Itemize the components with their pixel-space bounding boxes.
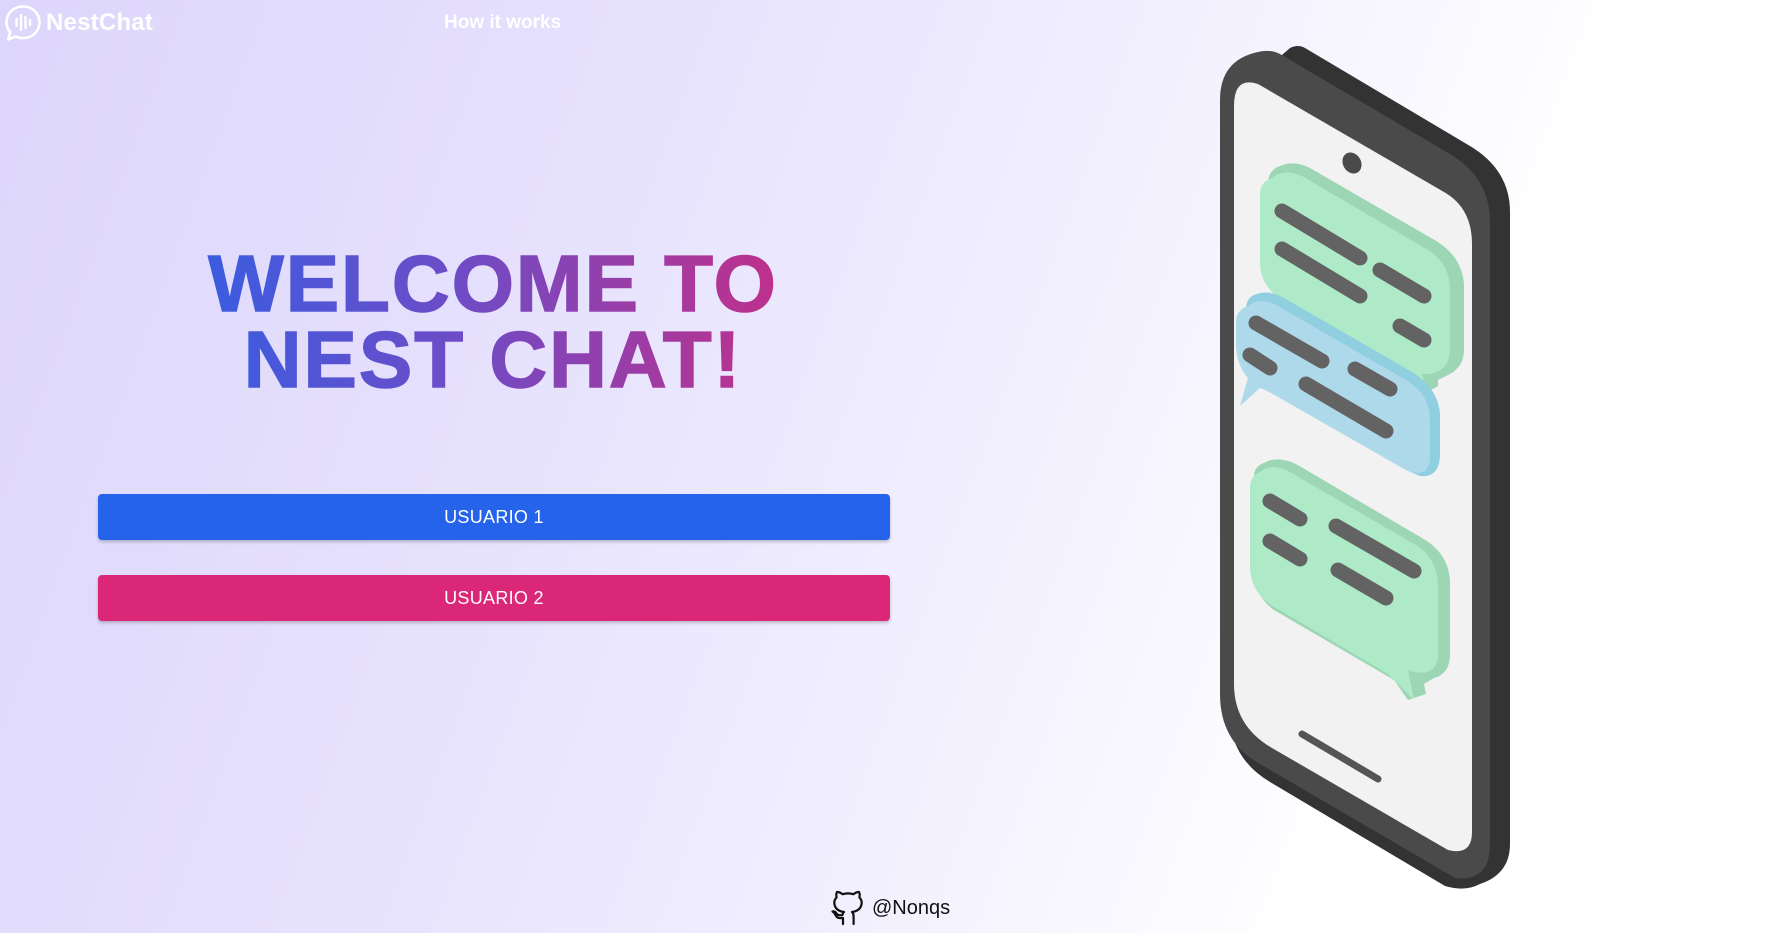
chat-bubble-soundwave-icon [5, 5, 41, 41]
top-nav-bar: NestChat How it works [0, 0, 1768, 46]
title-line-2: NEST CHAT! [243, 315, 743, 404]
title-line-1: WELCOME TO [207, 239, 778, 328]
user-1-button[interactable]: USUARIO 1 [98, 494, 890, 540]
github-icon [831, 890, 863, 926]
brand-name: NestChat [46, 9, 153, 36]
github-profile-link[interactable]: @Nonqs [830, 888, 950, 928]
user-2-button[interactable]: USUARIO 2 [98, 575, 890, 621]
nav-link-how-it-works[interactable]: How it works [444, 12, 561, 34]
phone-chat-illustration [1210, 44, 1560, 906]
github-handle: @Nonqs [872, 896, 951, 919]
page-title: WELCOME TO NEST CHAT! [98, 239, 888, 404]
brand-logo-link[interactable]: NestChat [4, 4, 153, 42]
